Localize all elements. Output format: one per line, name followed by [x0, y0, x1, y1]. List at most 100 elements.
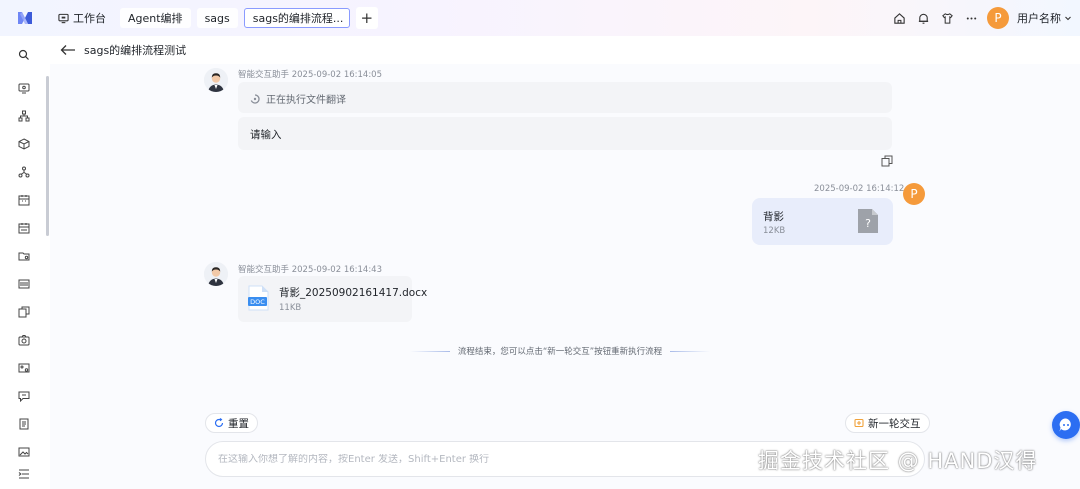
sender-name: 智能交互助手	[238, 265, 290, 275]
status-bubble: 正在执行文件翻译	[238, 82, 892, 113]
user-file-bubble[interactable]: 背影 12KB ?	[752, 198, 893, 245]
sidebar-item-search[interactable]	[16, 47, 32, 63]
bot-file-bubble[interactable]: DOC 背影_20250902161417.docx 11KB	[238, 276, 427, 322]
page-title: sags的编排流程测试	[84, 44, 187, 57]
monitor-icon	[58, 13, 69, 23]
page-header: sags的编排流程测试	[60, 42, 186, 58]
divider	[670, 350, 711, 352]
tab-sags-flow[interactable]: sags的编排流程...	[243, 8, 350, 28]
sidebar-item-6[interactable]	[16, 220, 32, 236]
reset-label: 重置	[228, 417, 249, 430]
chat-bot-icon	[1059, 418, 1071, 432]
docx-file-icon: DOC	[248, 285, 269, 311]
top-bar: 工作台 Agent编排 sags sags的编排流程... + P 用户名称	[0, 0, 1080, 36]
message-time: 2025-09-02 16:14:12	[814, 184, 905, 194]
file-name: 背影_20250902161417.docx	[279, 287, 428, 299]
sidebar-item-8[interactable]	[16, 276, 32, 292]
message-text: 请输入	[250, 129, 282, 141]
main-panel: sags的编排流程测试 智能交互助手 2025-09-02 16:14:05 正…	[50, 36, 1080, 489]
user-message-avatar: P	[903, 183, 925, 205]
sidebar-item-13[interactable]	[16, 416, 32, 432]
unknown-file-icon: ?	[858, 209, 878, 233]
message-time: 2025-09-02 16:14:43	[291, 265, 382, 275]
file-name: 背影	[763, 211, 784, 223]
sidebar-item-9[interactable]	[16, 304, 32, 320]
message-meta: 智能交互助手 2025-09-02 16:14:05	[238, 68, 382, 80]
execution-status: 正在执行文件翻译	[250, 91, 346, 106]
screen-icon	[18, 83, 30, 94]
org-tree-icon	[18, 110, 30, 122]
tab-label: sags的编排流程...	[252, 12, 344, 25]
tab-agent-orchestration[interactable]: Agent编排	[120, 8, 191, 28]
card-settings-icon	[18, 363, 30, 373]
sidebar	[0, 36, 50, 489]
new-round-button[interactable]: 新一轮交互	[845, 413, 930, 433]
sidebar-item-4[interactable]	[16, 164, 32, 180]
chat-area: 智能交互助手 2025-09-02 16:14:05 正在执行文件翻译 请输入 …	[50, 64, 1080, 489]
user-avatar[interactable]: P	[987, 7, 1009, 29]
bot-avatar	[204, 68, 228, 92]
file-type-label: DOC	[250, 298, 265, 306]
reset-button[interactable]: 重置	[205, 413, 258, 433]
tab-label: Agent编排	[128, 12, 183, 25]
sidebar-item-14[interactable]	[16, 444, 32, 460]
back-arrow-icon[interactable]	[60, 44, 76, 56]
loading-icon	[250, 93, 260, 104]
tab-workbench[interactable]: 工作台	[50, 8, 114, 28]
new-chat-icon	[854, 418, 864, 428]
end-note-text: 流程结束，您可以点击“新一轮交互”按钮重新执行流程	[457, 347, 663, 357]
sidebar-item-10[interactable]	[16, 332, 32, 348]
sidebar-item-7[interactable]	[16, 248, 32, 264]
camera-icon	[18, 335, 30, 346]
message-time: 2025-09-02 16:14:05	[291, 70, 382, 80]
user-name: 用户名称	[1017, 12, 1061, 25]
shirt-icon[interactable]	[939, 10, 955, 26]
logo-icon	[18, 12, 32, 24]
sidebar-item-1[interactable]	[16, 80, 32, 96]
tab-strip: 工作台 Agent编排 sags sags的编排流程... +	[50, 7, 378, 29]
divider	[409, 350, 450, 352]
tab-label: sags	[204, 11, 230, 25]
file-size: 11KB	[279, 303, 302, 313]
app-logo[interactable]	[0, 0, 50, 36]
refresh-icon	[214, 418, 224, 428]
sidebar-scrollbar[interactable]	[46, 76, 49, 236]
sidebar-item-5[interactable]	[16, 192, 32, 208]
bell-icon[interactable]	[915, 10, 931, 26]
sidebar-collapse[interactable]	[16, 466, 32, 482]
document-icon	[19, 418, 29, 430]
flow-end-note: 流程结束，您可以点击“新一轮交互”按钮重新执行流程	[280, 342, 840, 360]
add-tab-button[interactable]: +	[355, 7, 378, 29]
user-menu[interactable]: 用户名称	[1017, 10, 1072, 26]
message-meta: 智能交互助手 2025-09-02 16:14:43	[238, 263, 382, 275]
search-icon	[18, 49, 29, 60]
top-right-actions: P 用户名称	[891, 0, 1072, 36]
home-icon[interactable]	[891, 10, 907, 26]
more-icon[interactable]	[963, 10, 979, 26]
sidebar-item-11[interactable]	[16, 360, 32, 376]
copy-doc-icon	[18, 306, 30, 318]
workflow-icon	[18, 166, 30, 178]
menu-fold-icon	[18, 469, 29, 479]
message-bubble: 请输入	[238, 117, 892, 150]
folder-settings-icon	[18, 252, 30, 261]
new-round-label: 新一轮交互	[868, 417, 921, 430]
calendar-icon	[18, 195, 30, 206]
tab-sags[interactable]: sags	[196, 8, 238, 28]
sidebar-item-3[interactable]	[16, 136, 32, 152]
sidebar-item-12[interactable]	[16, 388, 32, 404]
calendar-grid-icon	[18, 223, 30, 234]
barcode-icon	[18, 279, 30, 289]
file-icon-glyph: ?	[865, 217, 871, 230]
sidebar-item-2[interactable]	[16, 108, 32, 124]
cube-icon	[18, 138, 30, 150]
image-icon	[18, 447, 30, 457]
chevron-down-icon	[1065, 16, 1071, 21]
assistant-avatar-icon	[204, 68, 228, 92]
status-text: 正在执行文件翻译	[266, 95, 346, 106]
assistant-float-button[interactable]	[1052, 411, 1080, 439]
tab-label: 工作台	[73, 12, 106, 25]
bot-avatar	[204, 262, 228, 286]
copy-icon[interactable]	[881, 155, 893, 167]
watermark: 掘金技术社区 @ HAND汉得	[758, 449, 1038, 473]
